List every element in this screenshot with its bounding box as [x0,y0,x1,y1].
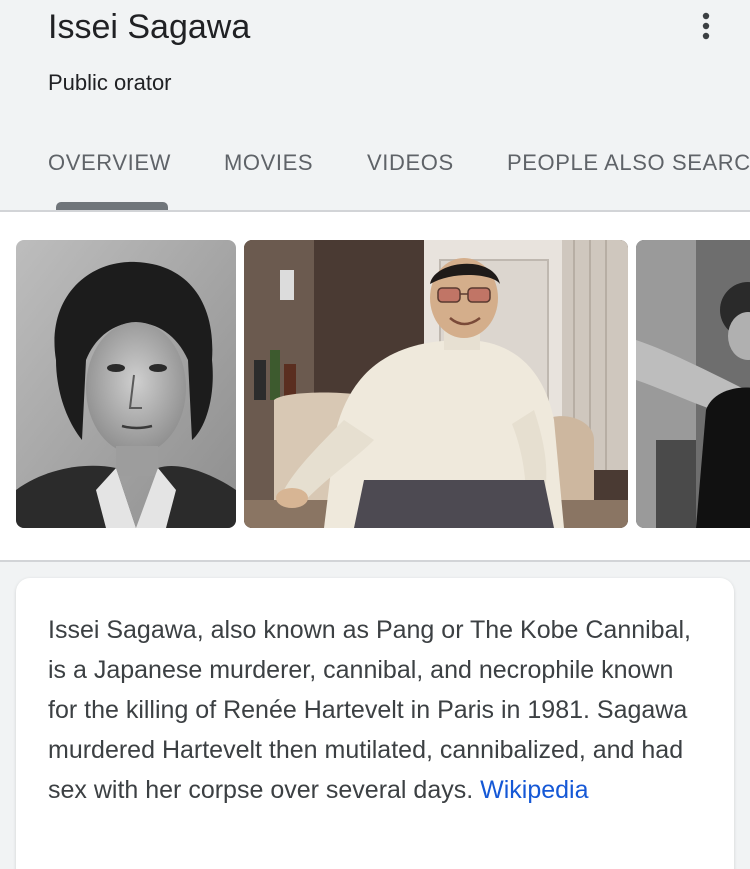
image-carousel [0,212,750,560]
description-text: Issei Sagawa, also known as Pang or The … [48,616,691,804]
group-image [636,240,750,528]
tab-overview[interactable]: OVERVIEW [48,150,171,176]
divider [0,560,750,562]
portrait-photo[interactable] [16,240,236,528]
wikipedia-source-link[interactable]: Wikipedia [480,776,588,804]
entity-header: Issei Sagawa Public orator OVERVIEW MOVI… [0,0,750,210]
more-vert-icon [702,12,710,40]
entity-description: Issei Sagawa, also known as Pang or The … [48,610,698,810]
portrait-image [16,240,236,528]
tab-bar: OVERVIEW MOVIES VIDEOS PEOPLE ALSO SEARC… [0,140,750,210]
group-photo-partial[interactable] [636,240,750,528]
entity-title: Issei Sagawa [48,8,251,46]
seated-photo[interactable] [244,240,628,528]
description-card: Issei Sagawa, also known as Pang or The … [16,578,734,869]
active-tab-indicator [56,202,168,210]
tab-people-also-search-for[interactable]: PEOPLE ALSO SEARCH FOR [507,150,750,176]
knowledge-panel: Issei Sagawa Public orator OVERVIEW MOVI… [0,0,750,869]
seated-image [244,240,628,528]
tab-movies[interactable]: MOVIES [224,150,313,176]
more-options-button[interactable] [686,6,726,46]
entity-subtitle: Public orator [48,70,172,95]
tab-videos[interactable]: VIDEOS [367,150,454,176]
